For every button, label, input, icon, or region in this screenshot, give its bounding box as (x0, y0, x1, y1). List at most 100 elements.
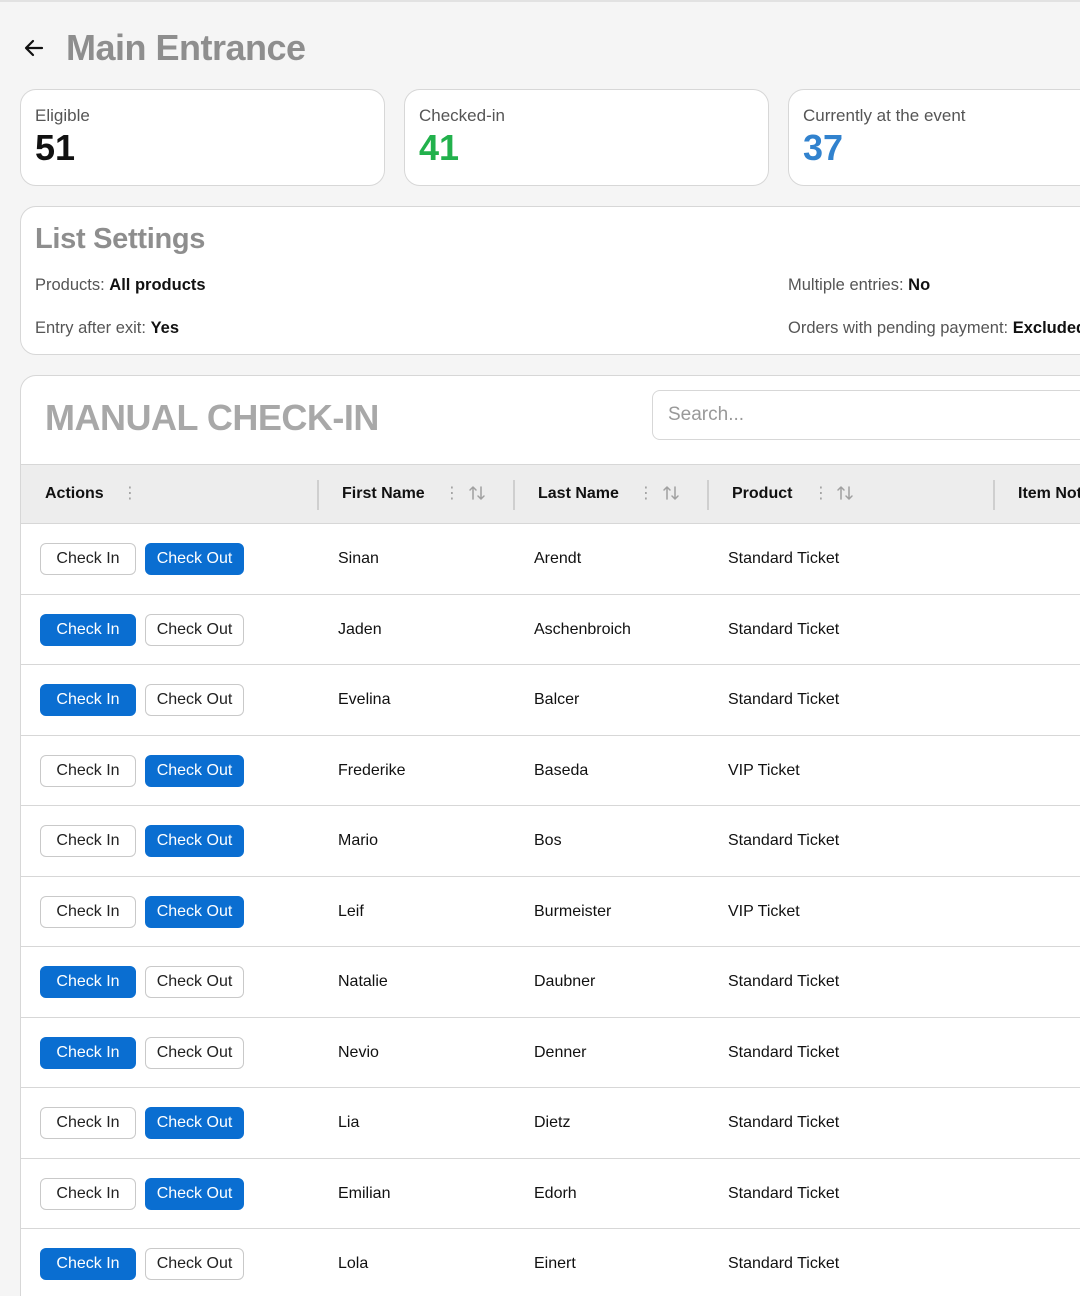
cell-last-name: Edorh (534, 1184, 577, 1202)
list-settings-title: List Settings (35, 223, 206, 255)
page: Main Entrance Eligible 51 Checked-in 41 … (0, 0, 1080, 1296)
column-header-product[interactable]: Product (732, 465, 792, 523)
setting-value: No (908, 276, 931, 294)
cell-first-name: Mario (338, 832, 379, 849)
check-out-button[interactable]: Check Out (145, 754, 244, 787)
cell-first-name: Evelina (338, 691, 391, 708)
back-arrow-icon[interactable] (20, 34, 48, 62)
table-row: Check In Check Out Leif Burmeister VIP Ticke… (21, 876, 1080, 947)
cell-first-name: Sinan (338, 550, 379, 567)
check-in-button[interactable]: Check In (40, 966, 136, 998)
check-in-button[interactable]: Check In (40, 543, 136, 575)
cell-product: Standard Ticket (728, 550, 840, 567)
column-resize-handle[interactable] (317, 480, 319, 510)
check-in-button[interactable]: Check In (40, 613, 136, 646)
check-out-button[interactable]: Check Out (145, 966, 244, 998)
cell-last-name: Bos (534, 832, 562, 849)
cell-last-name: Einert (534, 1255, 576, 1272)
check-in-button[interactable]: Check In (40, 1107, 136, 1139)
cell-last-name: Arendt (534, 550, 582, 567)
sort-icon[interactable] (468, 484, 486, 507)
cell-last-name: Daubner (534, 973, 596, 990)
check-in-button[interactable]: Check In (40, 1036, 136, 1069)
cell-last-name: Baseda (534, 761, 589, 779)
stat-card-eligible: Eligible 51 (20, 89, 385, 186)
table-row: Check In Check Out Mario Bos Standard Ticket (21, 806, 1080, 877)
column-header-first-name[interactable]: First Name (342, 465, 425, 523)
check-in-button[interactable]: Check In (40, 684, 136, 716)
setting-label: Multiple entries: (788, 276, 904, 294)
top-border (0, 0, 1080, 2)
column-header-item-notes[interactable]: Item Notes (1018, 465, 1080, 523)
check-in-button[interactable]: Check In (40, 1248, 136, 1280)
cell-product: Standard Ticket (728, 691, 840, 708)
cell-product: VIP Ticket (728, 761, 800, 779)
setting-label: Products: (35, 276, 105, 294)
table-row: Check In Check Out Lola Einert Standard Tick… (21, 1229, 1080, 1296)
setting-label: Entry after exit: (35, 319, 146, 337)
setting-value: All products (109, 276, 206, 294)
table-row: Check In Check Out Emilian Edorh Standard Ti… (21, 1158, 1080, 1229)
check-out-button[interactable]: Check Out (145, 1036, 244, 1069)
check-in-button[interactable]: Check In (40, 754, 136, 787)
check-out-button[interactable]: Check Out (145, 684, 244, 716)
column-header-actions[interactable]: Actions (45, 465, 104, 523)
table-row: Check In Check Out Lia Dietz Standard Ticket (21, 1088, 1080, 1159)
check-out-button[interactable]: Check Out (145, 895, 244, 928)
setting-value: Yes (150, 319, 180, 337)
cell-product: Standard Ticket (728, 1255, 840, 1272)
cell-product: Standard Ticket (728, 1043, 840, 1061)
page-header: Main Entrance (20, 26, 306, 70)
stat-value: 41 (419, 127, 460, 168)
check-in-button[interactable]: Check In (40, 895, 136, 928)
sort-icon[interactable] (836, 484, 854, 507)
cell-product: Standard Ticket (728, 1114, 840, 1131)
column-menu-icon[interactable]: ⋮ (444, 485, 460, 503)
manual-check-in-title: MANUAL CHECK-IN (45, 397, 379, 438)
cell-first-name: Frederike (338, 761, 406, 779)
stat-value: 37 (803, 127, 844, 168)
cell-first-name: Lia (338, 1114, 360, 1131)
cell-first-name: Natalie (338, 973, 388, 990)
search-input[interactable] (652, 390, 1080, 440)
check-in-button[interactable]: Check In (40, 825, 136, 857)
column-header-last-name[interactable]: Last Name (538, 465, 619, 523)
check-out-button[interactable]: Check Out (145, 543, 244, 575)
cell-product: Standard Ticket (728, 620, 840, 638)
stat-label: Currently at the event (803, 106, 966, 125)
stat-label: Checked-in (419, 106, 505, 125)
table-row: Check In Check Out Frederike Baseda VIP Tick… (21, 735, 1080, 806)
cell-last-name: Balcer (534, 691, 580, 708)
setting-value: Excluded (1012, 319, 1080, 337)
check-out-button[interactable]: Check Out (145, 1107, 244, 1139)
stat-label: Eligible (35, 106, 90, 125)
column-resize-handle[interactable] (707, 480, 709, 510)
sort-icon[interactable] (662, 484, 680, 507)
list-settings-card: List Settings Products: All products Ent… (20, 206, 1080, 355)
column-menu-icon[interactable]: ⋮ (122, 485, 138, 503)
table-row: Check In Check Out Evelina Balcer Standard T… (21, 665, 1080, 736)
check-out-button[interactable]: Check Out (145, 613, 244, 646)
cell-first-name: Jaden (338, 620, 382, 638)
manual-check-in-card: MANUAL CHECK-IN Actions ⋮ First Name ⋮ L… (20, 375, 1080, 1296)
setting-label: Orders with pending payment: (788, 319, 1009, 337)
column-menu-icon[interactable]: ⋮ (813, 485, 829, 503)
setting-pending-payment: Orders with pending payment: Excluded (788, 319, 1080, 338)
cell-last-name: Dietz (534, 1114, 571, 1131)
cell-product: Standard Ticket (728, 1184, 840, 1202)
column-resize-handle[interactable] (513, 480, 515, 510)
check-out-button[interactable]: Check Out (145, 1248, 244, 1280)
check-out-button[interactable]: Check Out (145, 825, 244, 857)
table-row: Check In Check Out Sinan Arendt Standard Tic… (21, 524, 1080, 595)
cell-first-name: Emilian (338, 1184, 391, 1202)
column-menu-icon[interactable]: ⋮ (638, 485, 654, 503)
table-header: Actions ⋮ First Name ⋮ Last Name ⋮ Produ… (21, 464, 1080, 524)
table-row: Check In Check Out Nevio Denner Standard Tic… (21, 1017, 1080, 1088)
check-in-button[interactable]: Check In (40, 1177, 136, 1210)
cell-first-name: Leif (338, 902, 364, 920)
setting-multiple-entries: Multiple entries: No (788, 276, 930, 295)
setting-entry-after-exit: Entry after exit: Yes (35, 319, 179, 338)
check-out-button[interactable]: Check Out (145, 1177, 244, 1210)
setting-products: Products: All products (35, 276, 206, 295)
column-resize-handle[interactable] (993, 480, 995, 510)
